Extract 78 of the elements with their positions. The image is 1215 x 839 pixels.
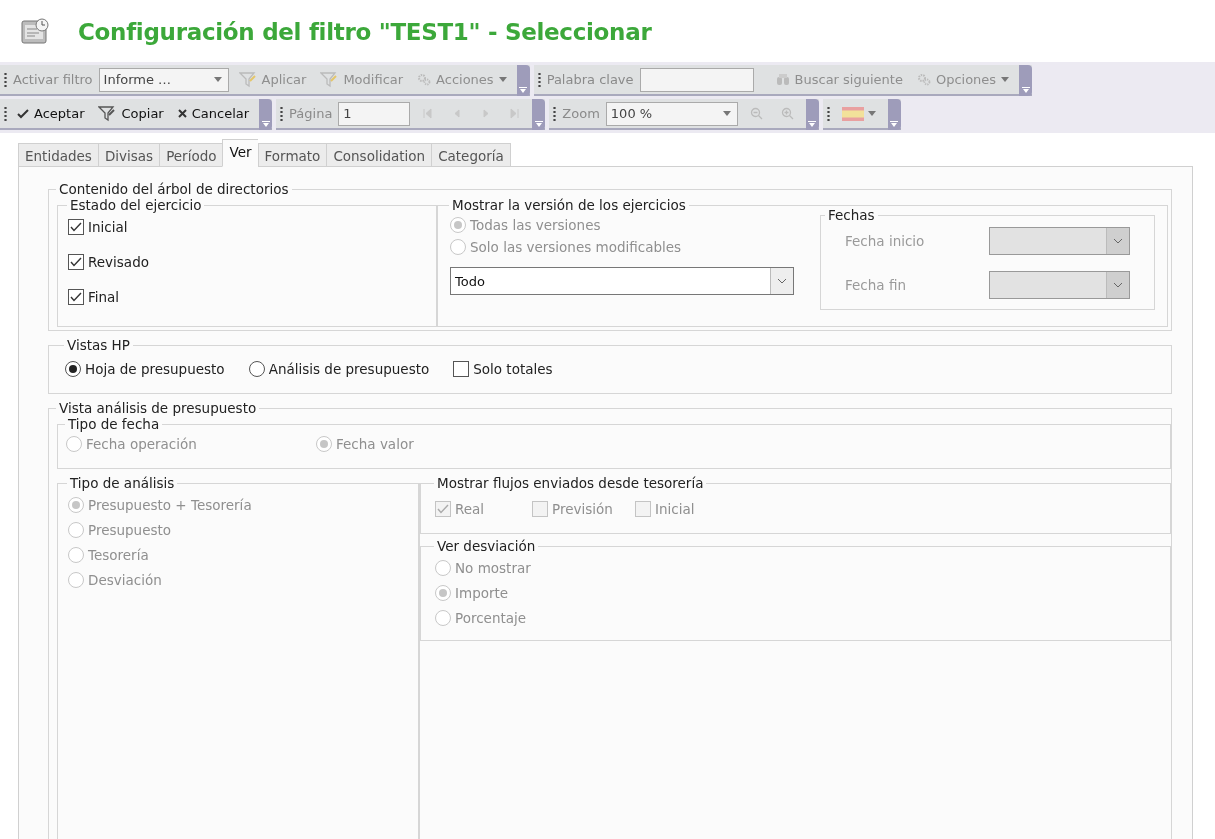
- version-select[interactable]: Todo: [450, 267, 794, 295]
- toolbar-overflow-handle[interactable]: [1019, 65, 1033, 96]
- zoom-in-icon: [780, 107, 794, 120]
- toolbar-grip[interactable]: [826, 105, 830, 122]
- checkbox[interactable]: [453, 361, 470, 377]
- group-title: Fechas: [827, 207, 876, 223]
- close-icon: [177, 109, 187, 118]
- last-page-icon: [509, 108, 521, 119]
- field-label: Fecha fin: [845, 277, 907, 293]
- flag-icon: [841, 106, 864, 121]
- radio-option[interactable]: Análisis de presupuesto: [248, 361, 430, 377]
- group-title: Contenido del árbol de directorios: [58, 181, 290, 197]
- tab[interactable]: Período: [159, 143, 223, 167]
- zoom-out-icon: [749, 107, 763, 120]
- check-icon: [17, 108, 29, 119]
- chevron-icon: [1113, 282, 1123, 288]
- toolbar-grip[interactable]: [553, 105, 557, 122]
- first-page-icon: [422, 108, 434, 119]
- toolbar-button[interactable]: Aceptar: [13, 101, 89, 126]
- binoculars-icon: [775, 73, 790, 86]
- group-title: Estado del ejercicio: [69, 197, 203, 213]
- filter-icon: [98, 105, 117, 122]
- group-title: Mostrar la versión de los ejercicios: [451, 197, 687, 213]
- field-label: Fecha inicio: [845, 233, 926, 249]
- toolbar-button[interactable]: Copiar: [94, 101, 168, 126]
- keyword-field[interactable]: [639, 67, 754, 92]
- group-title: Vista análisis de presupuesto: [58, 400, 258, 416]
- checkbox[interactable]: [68, 289, 84, 305]
- caret-icon: [213, 77, 222, 82]
- toolbar-grip[interactable]: [4, 105, 7, 122]
- toolbar-overflow-handle[interactable]: [259, 99, 273, 130]
- tab[interactable]: Formato: [257, 143, 327, 167]
- checkbox[interactable]: [68, 219, 84, 235]
- toolbar-label: Palabra clave: [546, 72, 634, 87]
- filter-icon: [238, 71, 257, 88]
- gears-icon: [916, 73, 931, 86]
- chevron-icon: [1113, 238, 1123, 244]
- checkbox-option[interactable]: Inicial: [68, 219, 426, 235]
- toolbar-label: Zoom: [562, 106, 600, 121]
- tab[interactable]: Entidades: [18, 143, 98, 167]
- toolbar-grip[interactable]: [280, 105, 284, 122]
- caret-icon: [1001, 77, 1010, 82]
- toolbar-overflow-handle[interactable]: [887, 99, 901, 130]
- tab[interactable]: Divisas: [97, 143, 160, 167]
- radio-button[interactable]: [65, 361, 81, 377]
- checkbox-option[interactable]: Revisado: [68, 254, 426, 270]
- toolbar-overflow-handle[interactable]: [805, 99, 819, 130]
- tab[interactable]: Ver: [222, 139, 258, 167]
- checkbox-option[interactable]: Solo totales: [453, 361, 553, 377]
- toolbar-grip[interactable]: [537, 71, 541, 88]
- toolbar-overflow-handle[interactable]: [532, 99, 546, 130]
- caret-icon: [722, 111, 731, 116]
- caret-icon: [498, 77, 507, 82]
- caret-icon: [867, 111, 876, 116]
- toolbar-grip[interactable]: [4, 71, 7, 88]
- tab[interactable]: Categoría: [431, 143, 511, 167]
- tab[interactable]: Consolidation: [326, 143, 432, 167]
- radio-option[interactable]: Hoja de presupuesto: [65, 361, 225, 377]
- chevron-icon: [777, 278, 787, 284]
- group-title: Ver desviación: [436, 538, 537, 554]
- group-title: Tipo de análisis: [69, 475, 176, 491]
- toolbar-overflow-handle[interactable]: [516, 65, 530, 96]
- app-icon: [20, 17, 50, 47]
- group-title: Mostrar flujos enviados desde tesorería: [436, 475, 705, 491]
- toolbar-label: Página: [289, 106, 333, 121]
- group-title: Tipo de fecha: [67, 416, 161, 432]
- toolbar-button[interactable]: Cancelar: [173, 101, 254, 126]
- filter-edit-icon: [320, 71, 339, 88]
- checkbox-option[interactable]: Final: [68, 289, 426, 305]
- zoom-combo[interactable]: 100 %: [605, 101, 738, 126]
- page-title: Configuración del filtro "TEST1" - Seleccionar: [78, 19, 652, 45]
- page-field[interactable]: 1: [338, 101, 411, 126]
- checkbox[interactable]: [68, 254, 84, 270]
- toolbar-label: Activar filtro: [13, 72, 93, 87]
- group-title: Vistas HP: [66, 337, 131, 353]
- gears-icon: [417, 73, 432, 86]
- report-combo[interactable]: Informe …: [98, 67, 229, 92]
- radio-button[interactable]: [248, 361, 265, 377]
